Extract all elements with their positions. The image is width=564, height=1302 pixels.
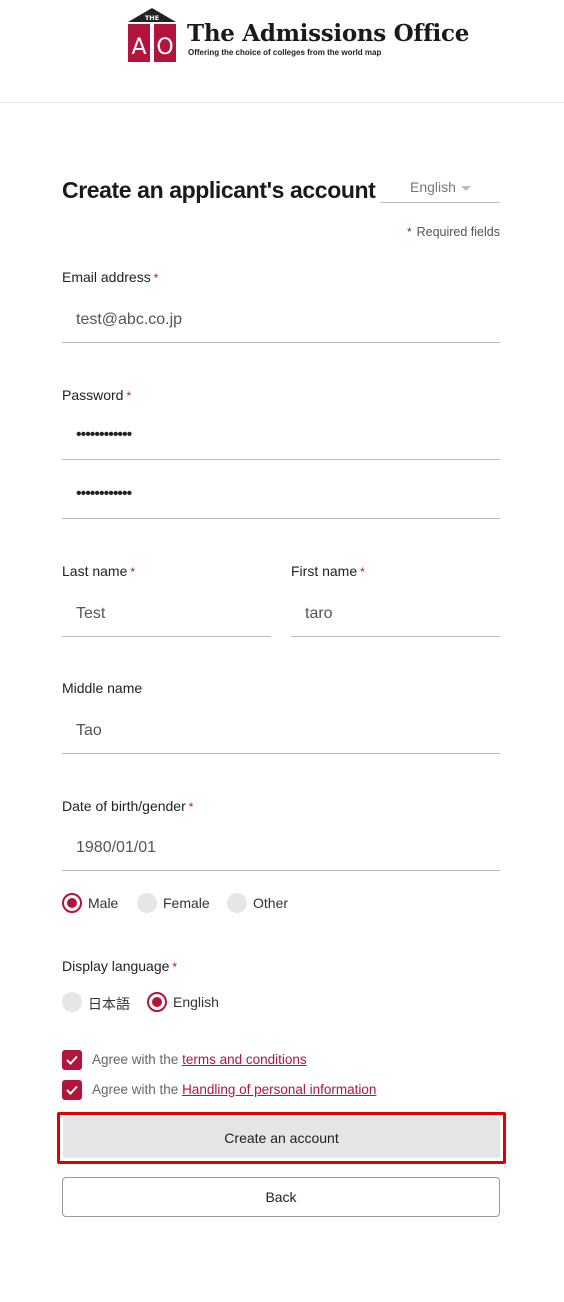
last-name-field[interactable]: Test (62, 593, 271, 637)
email-field[interactable]: test@abc.co.jp (62, 299, 500, 343)
language-english-radio[interactable] (147, 992, 167, 1012)
required-fields-note: * Required fields (407, 225, 500, 239)
password-label-text: Password (62, 387, 124, 403)
check-icon (66, 1085, 78, 1095)
required-star: * (360, 565, 365, 579)
terms-and-conditions-link[interactable]: terms and conditions (182, 1052, 307, 1067)
birth-gender-label: Date of birth/gender * (62, 798, 193, 814)
required-star: * (130, 565, 136, 579)
language-select-value: English (410, 179, 456, 195)
password-label: Password * (62, 387, 131, 403)
agree-privacy-prefix: Agree with the (92, 1082, 183, 1097)
language-english-label: English (173, 994, 219, 1010)
required-fields-text: Required fields (416, 225, 500, 239)
gender-male-label: Male (88, 895, 119, 911)
first-name-label-text: First name (291, 563, 358, 579)
check-icon (66, 1055, 78, 1065)
email-value: test@abc.co.jp (76, 311, 183, 328)
gender-female-radio[interactable] (137, 893, 157, 913)
password-field[interactable]: •••••••••••• (62, 416, 500, 460)
agree-terms-text: Agree with the terms and conditions (92, 1052, 307, 1067)
language-japanese-label: 日本語 (88, 996, 130, 1012)
agree-terms-checkbox[interactable] (62, 1050, 82, 1070)
svg-text:O: O (156, 35, 173, 60)
display-language-label: Display language * (62, 958, 177, 974)
last-name-value: Test (76, 605, 106, 622)
first-name-value: taro (305, 605, 333, 622)
brand-subtitle: Offering the choice of colleges from the… (188, 48, 382, 57)
required-star: * (126, 389, 132, 403)
last-name-label: Last name * (62, 563, 135, 579)
svg-text:THE: THE (145, 14, 159, 22)
required-star: * (188, 800, 194, 814)
email-label: Email address * (62, 269, 158, 285)
display-language-label-text: Display language (62, 958, 170, 974)
middle-name-label-text: Middle name (62, 680, 143, 696)
language-japanese-radio[interactable] (62, 992, 82, 1012)
password-value: •••••••••••• (76, 426, 132, 443)
agree-privacy-checkbox[interactable] (62, 1080, 82, 1100)
password-confirm-value: •••••••••••• (76, 485, 132, 502)
back-button[interactable]: Back (62, 1177, 500, 1217)
gender-female-label: Female (163, 895, 210, 911)
required-star: * (172, 960, 178, 974)
last-name-label-text: Last name (62, 563, 128, 579)
brand-title: The Admissions Office (187, 20, 470, 47)
agree-privacy-text: Agree with the Handling of personal info… (92, 1082, 376, 1097)
middle-name-field[interactable]: Tao (62, 710, 500, 754)
required-star: * (406, 225, 412, 239)
gender-other-radio[interactable] (227, 893, 247, 913)
birth-gender-label-text: Date of birth/gender (62, 798, 186, 814)
svg-text:A: A (131, 35, 146, 60)
personal-information-link[interactable]: Handling of personal information (182, 1082, 376, 1097)
ao-logo-icon[interactable]: THE A O (128, 8, 176, 62)
birth-date-value: 1980/01/01 (76, 839, 157, 856)
required-star: * (153, 271, 159, 285)
email-label-text: Email address (62, 269, 151, 285)
gender-other-label: Other (253, 895, 289, 911)
agree-terms-prefix: Agree with the (92, 1052, 183, 1067)
first-name-label: First name * (291, 563, 365, 579)
middle-name-value: Tao (76, 722, 102, 739)
middle-name-label: Middle name (62, 680, 142, 696)
gender-male-radio[interactable] (62, 893, 82, 913)
chevron-down-icon (461, 186, 471, 191)
birth-date-field[interactable]: 1980/01/01 (62, 827, 500, 871)
page-title: Create an applicant's account (62, 177, 376, 203)
first-name-field[interactable]: taro (291, 593, 500, 637)
site-header: THE A O The Admissions Office Offering t… (0, 0, 564, 103)
create-account-button[interactable]: Create an account (63, 1117, 500, 1158)
language-select[interactable]: English (380, 175, 500, 203)
password-confirm-field[interactable]: •••••••••••• (62, 475, 500, 519)
